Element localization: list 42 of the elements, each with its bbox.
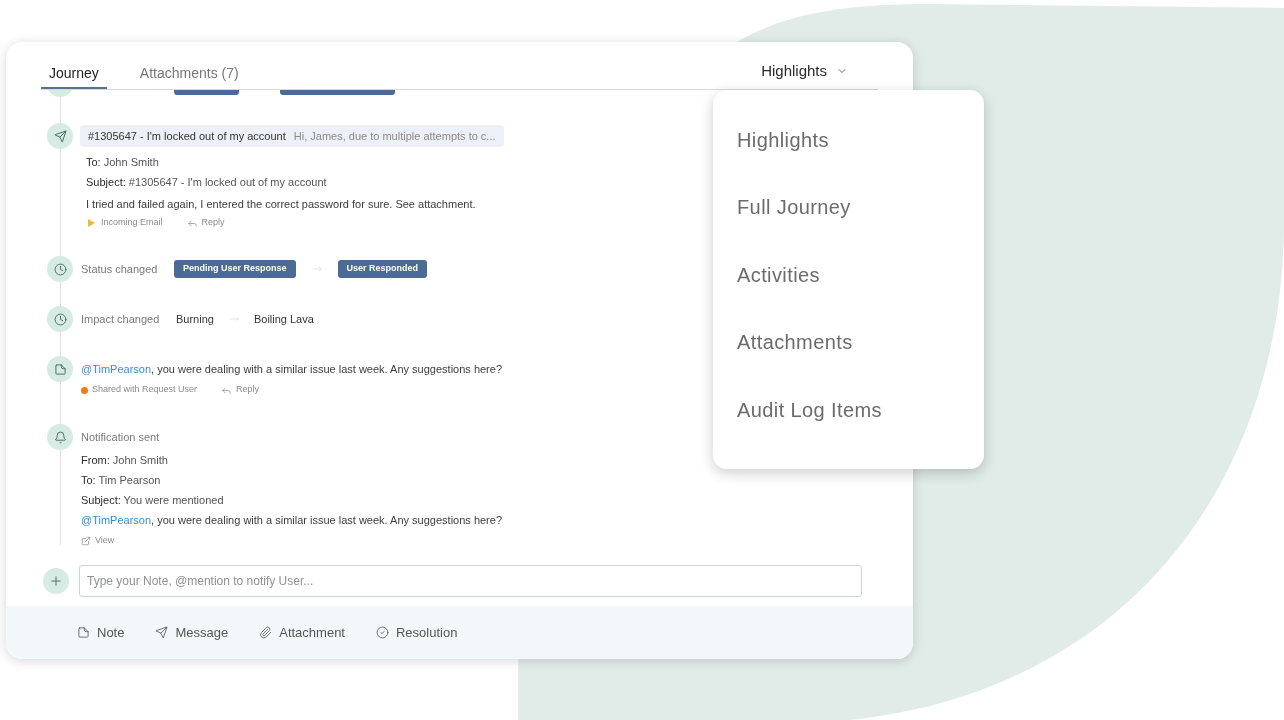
action-button[interactable]: Message <box>155 622 229 643</box>
reply-button[interactable]: Reply <box>221 383 260 397</box>
note-icon <box>77 626 90 639</box>
tab[interactable]: Attachments (7) <box>131 57 247 89</box>
check-circle-icon <box>376 626 389 639</box>
plus-icon <box>49 574 63 588</box>
impact-value: Boiling Lava <box>253 311 314 327</box>
message-body-text: I tried and failed again, I entered the correct password for sure. See attachment. <box>86 197 477 212</box>
email-subject-text: #1305647 - I'm locked out of my account <box>88 128 286 144</box>
action-button[interactable]: Note <box>77 622 125 643</box>
add-button[interactable] <box>43 568 69 594</box>
field-text: From: John Smith <box>81 453 169 468</box>
menu-item[interactable]: Attachments <box>713 308 984 376</box>
view-link[interactable]: View <box>81 534 115 548</box>
note-input[interactable]: Type your Note, @mention to notify User... <box>79 565 862 597</box>
field-text: Subject: #1305647 - I'm locked out of my account <box>86 175 328 190</box>
field-text: To: Tim Pearson <box>81 473 162 488</box>
event-label: Notification sent <box>81 429 160 445</box>
menu-item[interactable]: Activities <box>713 241 984 309</box>
field-text: To: John Smith <box>86 155 160 170</box>
source-label: Incoming Email <box>101 216 163 230</box>
note-text: @TimPearson, you were dealing with a similar issue last week. Any suggestions here? <box>81 361 503 377</box>
triangle-icon <box>88 219 95 227</box>
action-button[interactable]: Resolution <box>376 622 458 643</box>
menu-item[interactable]: Audit Log Items <box>713 376 984 444</box>
paper-plane-icon <box>155 626 169 639</box>
note-text: @TimPearson, you were dealing with a similar issue last week. Any suggestions here? <box>81 513 503 529</box>
menu-item[interactable]: Full Journey <box>713 173 984 241</box>
event-label: Status changed <box>81 261 159 277</box>
event-label: Impact changed <box>81 311 161 327</box>
impact-value: Burning <box>176 311 214 327</box>
paperclip-icon <box>259 626 273 639</box>
status-badge: User Responded <box>337 260 428 278</box>
view-dropdown[interactable]: Highlights <box>761 55 848 87</box>
field-text: Subject: You were mentioned <box>81 493 225 508</box>
email-preview-text: Hi, James, due to multiple attempts to c... <box>293 128 496 144</box>
reply-button[interactable]: Reply <box>186 216 225 230</box>
visibility-text: Shared with Request User <box>92 383 198 397</box>
status-badge: Pending User Response <box>174 260 296 278</box>
action-button[interactable]: Attachment <box>259 622 345 643</box>
menu-item[interactable]: Highlights <box>713 106 984 174</box>
external-link-icon <box>81 536 91 546</box>
